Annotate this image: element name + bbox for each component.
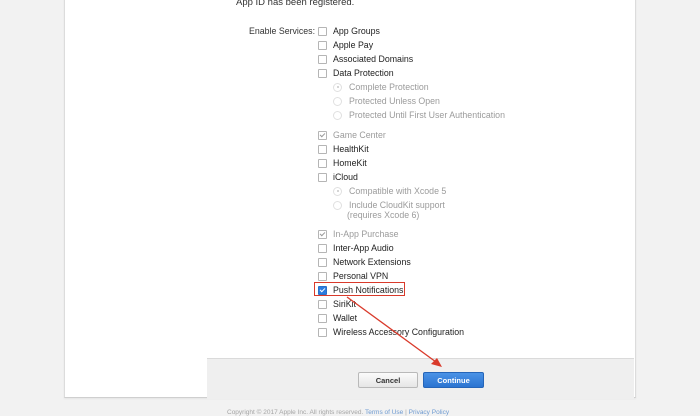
form-footer	[207, 358, 634, 399]
service-label: HomeKit	[333, 158, 367, 168]
radio-label: Protected Until First User Authenticatio…	[349, 110, 505, 120]
checkbox[interactable]	[318, 172, 327, 182]
checkbox-checked-disabled	[318, 130, 327, 140]
radio-label: Complete Protection	[349, 82, 429, 92]
service-label: Associated Domains	[333, 54, 414, 64]
checkbox[interactable]	[318, 144, 327, 154]
registered-message: App ID has been registered.	[236, 0, 355, 8]
service-label: Apple Pay	[333, 40, 374, 50]
service-in-app-purchase: In-App Purchase	[318, 229, 399, 239]
cancel-button[interactable]: Cancel	[358, 372, 418, 388]
service-sirikit[interactable]: SiriKit	[318, 299, 356, 309]
service-inter-app-audio[interactable]: Inter-App Audio	[318, 243, 394, 253]
continue-button[interactable]: Continue	[423, 372, 484, 388]
service-label: App Groups	[333, 26, 380, 36]
service-label: Game Center	[333, 130, 386, 140]
service-game-center: Game Center	[318, 130, 386, 140]
checkbox[interactable]	[318, 313, 327, 323]
radio-label: Compatible with Xcode 5	[349, 186, 447, 196]
enable-services-label: Enable Services:	[249, 26, 316, 36]
service-label: Network Extensions	[333, 257, 411, 267]
checkbox[interactable]	[318, 158, 327, 168]
checkbox[interactable]	[318, 68, 327, 78]
service-data-protection[interactable]: Data Protection	[318, 68, 394, 78]
service-label: Wallet	[333, 313, 358, 323]
radio-button	[333, 186, 342, 196]
service-apple-pay[interactable]: Apple Pay	[318, 40, 373, 50]
checkbox[interactable]	[318, 257, 327, 267]
service-homekit[interactable]: HomeKit	[318, 158, 367, 168]
radio-label: Protected Unless Open	[349, 96, 440, 106]
radio-compatible-xcode5: Compatible with Xcode 5	[333, 186, 446, 196]
radio-button	[333, 200, 342, 210]
radio-label: Include CloudKit support	[349, 200, 445, 210]
service-label: Inter-App Audio	[333, 243, 394, 253]
checkbox[interactable]	[318, 26, 327, 36]
radio-complete-protection: Complete Protection	[333, 82, 429, 92]
radio-protected-unless-open: Protected Unless Open	[333, 96, 440, 106]
checkbox[interactable]	[318, 54, 327, 64]
service-network-extensions[interactable]: Network Extensions	[318, 257, 411, 267]
checkbox-checked-disabled	[318, 229, 327, 239]
service-label: SiriKit	[333, 299, 356, 309]
service-app-groups[interactable]: App Groups	[318, 26, 380, 36]
radio-button	[333, 82, 342, 92]
push-notifications-highlight-box	[314, 282, 405, 296]
cloudkit-requirement-note: (requires Xcode 6)	[347, 210, 420, 220]
service-label: Wireless Accessory Configuration	[333, 327, 465, 337]
service-label: In-App Purchase	[333, 229, 399, 239]
radio-include-cloudkit: Include CloudKit support	[333, 200, 445, 210]
radio-button	[333, 96, 342, 106]
checkbox[interactable]	[318, 40, 327, 50]
radio-button	[333, 110, 342, 120]
service-healthkit[interactable]: HealthKit	[318, 144, 369, 154]
service-associated-domains[interactable]: Associated Domains	[318, 54, 413, 64]
checkbox[interactable]	[318, 243, 327, 253]
service-icloud[interactable]: iCloud	[318, 172, 358, 182]
service-label: Personal VPN	[333, 271, 389, 281]
service-personal-vpn[interactable]: Personal VPN	[318, 271, 388, 281]
radio-protected-until-first-auth: Protected Until First User Authenticatio…	[333, 110, 505, 120]
checkbox[interactable]	[318, 327, 327, 337]
service-label: Data Protection	[333, 68, 394, 78]
service-wallet[interactable]: Wallet	[318, 313, 357, 323]
service-label: HealthKit	[333, 144, 369, 154]
service-label: iCloud	[333, 172, 358, 182]
checkbox[interactable]	[318, 299, 327, 309]
checkbox[interactable]	[318, 271, 327, 281]
service-wireless-accessory-configuration[interactable]: Wireless Accessory Configuration	[318, 327, 464, 337]
